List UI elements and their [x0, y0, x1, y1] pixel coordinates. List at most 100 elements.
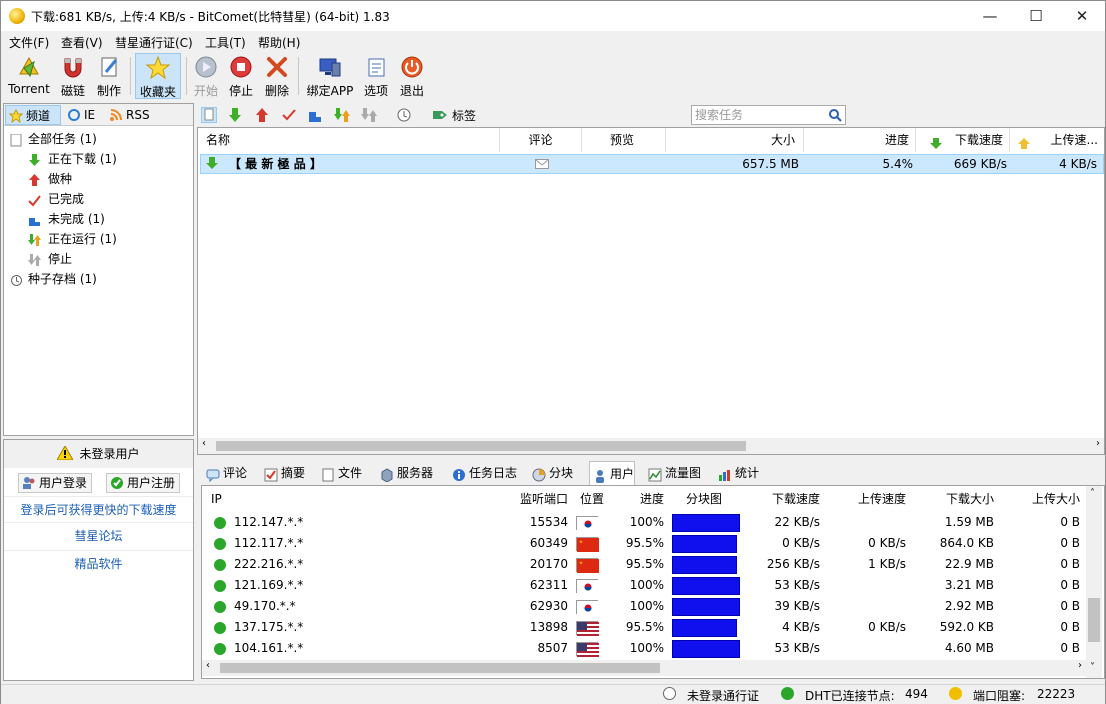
tree-incomplete[interactable]: 未完成 (1)	[4, 209, 193, 229]
scroll-up-icon[interactable]: ˄	[1090, 488, 1095, 499]
column-location[interactable]: 位置	[580, 489, 604, 509]
column-upload-size[interactable]: 上传大小	[1008, 489, 1080, 509]
column-listen-port[interactable]: 监听端口	[502, 489, 568, 509]
menu-help[interactable]: 帮助(H)	[258, 34, 300, 51]
tags-button[interactable]: 标签	[452, 107, 476, 124]
close-button[interactable]: ✕	[1059, 1, 1105, 31]
column-comment[interactable]: 评论	[500, 128, 582, 152]
scrollbar-thumb[interactable]	[216, 441, 746, 451]
delete-button[interactable]: 删除	[261, 53, 293, 99]
tab-statistics[interactable]: 统计	[715, 461, 759, 485]
tab-files[interactable]: 文件	[318, 461, 362, 485]
peer-row[interactable]: 112.147.*.* 15534 100% 22 KB/s 1.59 MB 0 B	[202, 512, 1084, 533]
task-row[interactable]: 【 最 新 極 品 】 657.5 MB 5.4% 669 KB/s 4 KB/…	[200, 154, 1104, 174]
menu-tools[interactable]: 工具(T)	[205, 34, 246, 51]
scroll-right-icon[interactable]: ›	[1078, 660, 1082, 671]
tree-stopped[interactable]: 停止	[4, 249, 193, 269]
seeding-filter-icon[interactable]	[254, 107, 270, 123]
tab-channel[interactable]: 频道	[5, 105, 61, 125]
peer-upload-speed	[836, 512, 906, 533]
column-progress[interactable]: 进度	[618, 489, 664, 509]
search-icon[interactable]	[828, 108, 842, 122]
menu-passport[interactable]: 彗星通行证(C)	[115, 34, 193, 51]
peer-row[interactable]: 112.117.*.* 60349 95.5% 0 KB/s 0 KB/s 864.0 K…	[202, 533, 1084, 554]
tab-ie[interactable]: IE	[64, 105, 102, 125]
tree-running[interactable]: 正在运行 (1)	[4, 229, 193, 249]
menu-bar: 文件(F) 查看(V) 彗星通行证(C) 工具(T) 帮助(H)	[1, 31, 1105, 51]
comment-envelope-icon[interactable]	[535, 157, 549, 175]
scroll-left-icon[interactable]: ‹	[202, 438, 206, 449]
forum-link[interactable]: 彗星论坛	[4, 522, 193, 548]
column-upload-speed[interactable]: 上传速...	[1010, 128, 1104, 152]
tab-pieces[interactable]: 分块	[529, 461, 573, 485]
tree-torrent-archive[interactable]: 种子存档 (1)	[4, 269, 193, 289]
peer-row[interactable]: 222.216.*.* 20170 95.5% 256 KB/s 1 KB/s 22.9 …	[202, 554, 1084, 575]
passport-status[interactable]: 未登录通行证	[687, 687, 759, 704]
favorites-button[interactable]: 收藏夹	[135, 53, 181, 99]
user-panel: 未登录用户 用户登录 用户注册 登录后可获得更快的下载速度 彗星论坛 精品软件	[3, 439, 194, 681]
tree-completed[interactable]: 已完成	[4, 189, 193, 209]
tab-rss[interactable]: RSS	[106, 105, 156, 125]
tab-summary[interactable]: 摘要	[261, 461, 305, 485]
tree-downloading[interactable]: 正在下载 (1)	[4, 149, 193, 169]
make-torrent-button[interactable]: 制作	[93, 53, 125, 99]
column-name[interactable]: 名称	[198, 128, 500, 152]
scroll-right-icon[interactable]: ›	[1096, 438, 1100, 449]
options-button[interactable]: 选项	[360, 53, 392, 99]
peer-port: 15534	[529, 515, 568, 529]
column-download-speed[interactable]: 下载速度	[916, 128, 1010, 152]
scrollbar-thumb[interactable]	[1088, 598, 1100, 642]
exit-button[interactable]: 退出	[396, 53, 428, 99]
scroll-left-icon[interactable]: ‹	[206, 660, 210, 671]
stopped-filter-icon[interactable]	[361, 107, 377, 123]
column-piece-map[interactable]: 分块图	[672, 489, 736, 509]
open-torrent-button[interactable]: Torrent	[5, 53, 53, 99]
peer-row[interactable]: 104.161.*.* 8507 100% 53 KB/s 4.60 MB 0 B	[202, 638, 1084, 659]
running-filter-icon[interactable]	[334, 107, 350, 123]
column-progress[interactable]: 进度	[804, 128, 916, 152]
tree-seeding[interactable]: 做种	[4, 169, 193, 189]
task-list-horizontal-scrollbar[interactable]: ‹ ›	[198, 438, 1104, 454]
maximize-button[interactable]: ☐	[1013, 1, 1059, 31]
search-input[interactable]: 搜索任务	[691, 105, 846, 125]
peer-download-size: 3.21 MB	[944, 578, 994, 592]
start-button[interactable]: 开始	[191, 53, 221, 99]
column-upload-speed[interactable]: 上传速度	[836, 489, 906, 509]
tab-task-log[interactable]: 任务日志	[449, 461, 517, 485]
column-download-size[interactable]: 下载大小	[924, 489, 994, 509]
peer-ip: 49.170.*.*	[234, 599, 296, 613]
software-link[interactable]: 精品软件	[4, 550, 193, 576]
peer-list-horizontal-scrollbar[interactable]: ‹ ›	[202, 660, 1086, 676]
user-register-button[interactable]: 用户注册	[106, 473, 181, 493]
tab-peers[interactable]: 用户	[589, 461, 636, 485]
peer-row[interactable]: 49.170.*.* 62930 100% 39 KB/s 2.92 MB 0 B	[202, 596, 1084, 617]
checkmark-icon	[28, 193, 41, 207]
tree-all-tasks[interactable]: 全部任务 (1)	[4, 129, 193, 149]
column-size[interactable]: 大小	[666, 128, 804, 152]
faster-download-link[interactable]: 登录后可获得更快的下载速度	[4, 496, 193, 522]
peer-ip: 112.117.*.*	[234, 536, 304, 550]
peer-row[interactable]: 137.175.*.* 13898 95.5% 4 KB/s 0 KB/s 592.0 K…	[202, 617, 1084, 638]
stop-button[interactable]: 停止	[225, 53, 257, 99]
tab-trackers[interactable]: 服务器	[377, 461, 433, 485]
tab-comment[interactable]: 评论	[203, 461, 247, 485]
user-login-button[interactable]: 用户登录	[18, 473, 93, 493]
archive-filter-icon[interactable]	[396, 107, 412, 123]
column-preview[interactable]: 预览	[582, 128, 666, 152]
peer-row[interactable]: 121.169.*.* 62311 100% 53 KB/s 3.21 MB 0 B	[202, 575, 1084, 596]
scrollbar-thumb[interactable]	[220, 663, 660, 673]
peer-list-vertical-scrollbar[interactable]: ˄ ˅	[1086, 486, 1102, 678]
minimize-button[interactable]: —	[967, 1, 1013, 31]
tab-traffic-graph[interactable]: 流量图	[645, 461, 701, 485]
incomplete-filter-icon[interactable]	[307, 107, 323, 123]
magnet-button[interactable]: 磁链	[57, 53, 89, 99]
download-filter-icon[interactable]	[227, 107, 243, 123]
all-tasks-filter-icon[interactable]	[201, 107, 217, 123]
scroll-down-icon[interactable]: ˅	[1090, 662, 1095, 673]
completed-filter-icon[interactable]	[281, 107, 297, 123]
menu-file[interactable]: 文件(F)	[9, 34, 49, 51]
column-download-speed[interactable]: 下载速度	[750, 489, 820, 509]
column-ip[interactable]: IP	[211, 489, 222, 509]
menu-view[interactable]: 查看(V)	[61, 34, 103, 51]
bind-app-button[interactable]: 绑定APP	[304, 53, 356, 99]
